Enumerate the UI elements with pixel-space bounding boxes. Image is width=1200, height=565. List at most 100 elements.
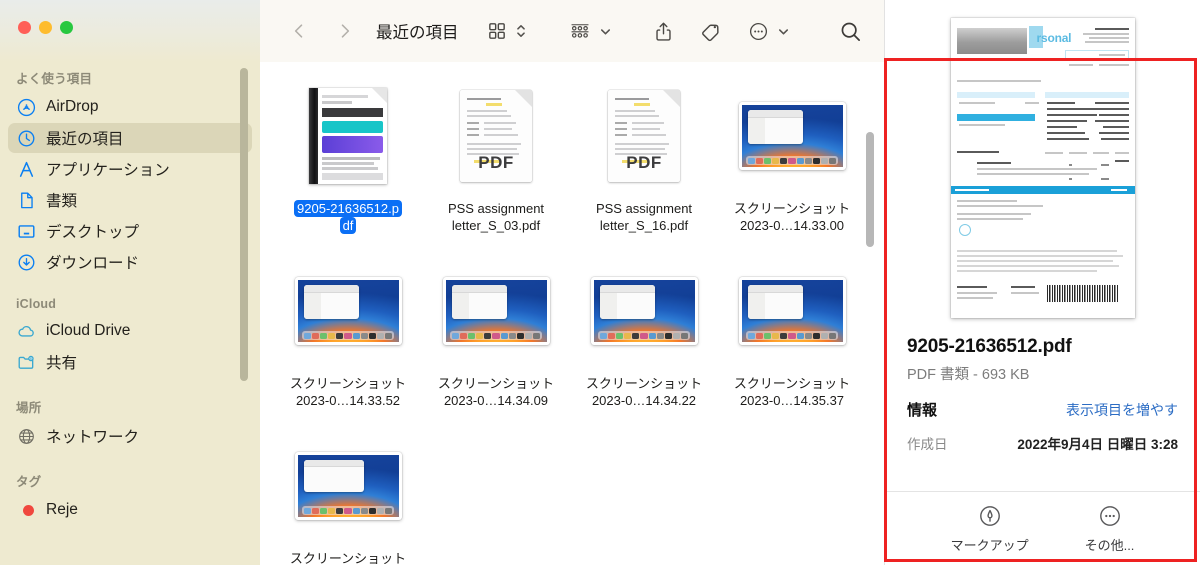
show-more-link[interactable]: 表示項目を増やす (1066, 400, 1178, 420)
network-globe-icon (16, 426, 36, 446)
screenshot-thumb (738, 102, 846, 170)
sidebar-item-network[interactable]: ネットワーク (8, 421, 252, 451)
file-grid: 9205-21636512.p df PDF PSS assignment le… (260, 62, 884, 565)
file-thumbnail (294, 255, 402, 367)
group-by-icon[interactable] (563, 14, 597, 48)
grid-view-icon[interactable] (481, 14, 513, 48)
file-thumbnail: PDF (608, 80, 680, 192)
sidebar-item-label: ネットワーク (46, 429, 140, 446)
file-label: スクリーンショット (286, 550, 410, 565)
sidebar-item-airdrop[interactable]: AirDrop (8, 92, 252, 122)
sidebar-item-documents[interactable]: 書類 (8, 185, 252, 215)
sidebar-item-icloud-drive[interactable]: iCloud Drive (8, 316, 252, 346)
redacted-block (956, 28, 1027, 54)
invoice-brand-text: rsonal (1036, 31, 1072, 45)
sidebar-scrollbar[interactable] (240, 68, 248, 381)
view-sort-chevron-icon[interactable] (513, 22, 529, 40)
sidebar-section-icloud-title: iCloud (16, 297, 57, 311)
applications-icon (16, 159, 36, 179)
toolbar: 最近の項目 (260, 0, 884, 62)
sidebar-item-label: 書類 (46, 193, 78, 210)
view-options-group (481, 14, 529, 48)
preview-info-heading: 情報 (907, 402, 938, 419)
sidebar-item-shared[interactable]: 共有 (8, 347, 252, 377)
pdf-file-icon: PDF (608, 90, 680, 182)
file-label: PSS assignment letter_S_16.pdf (582, 200, 706, 234)
file-label-line2: 2023-0…14.34.09 (443, 393, 549, 408)
file-thumbnail (738, 255, 846, 367)
sidebar-section-favorites-title: よく使う項目 (16, 72, 93, 86)
group-by-chevron-icon[interactable] (597, 25, 613, 38)
shared-folder-icon (16, 352, 36, 372)
metadata-key: 作成日 (907, 437, 948, 452)
barcode (1046, 285, 1119, 302)
downloads-icon (16, 252, 36, 272)
sidebar-item-downloads[interactable]: ダウンロード (8, 247, 252, 277)
preview-file-name: 9205-21636512.pdf (907, 336, 1072, 357)
file-item[interactable]: PDF PSS assignment letter_S_16.pdf (570, 74, 718, 249)
file-label-line1: スクリーンショット (437, 376, 555, 391)
file-label-line1: スクリーンショット (289, 551, 407, 565)
more-actions-icon[interactable] (742, 14, 775, 48)
preview-info-header: 情報 表示項目を増やす (907, 399, 1178, 420)
sidebar-item-applications[interactable]: アプリケーション (8, 154, 252, 184)
file-item[interactable]: PDF PSS assignment letter_S_03.pdf (422, 74, 570, 249)
file-item[interactable]: スクリーンショット 2023-0…14.34.22 (570, 249, 718, 424)
file-label-line1: スクリーンショット (585, 376, 703, 391)
sidebar-scroll-area: よく使う項目 AirDrop 最近の項目 アプリケーション 書類 デスクトップ … (0, 0, 260, 525)
file-label-line2: df (339, 217, 357, 234)
screenshot-thumb (590, 277, 698, 345)
sidebar-item-desktop[interactable]: デスクトップ (8, 216, 252, 246)
sidebar-section-tags-title: タグ (16, 475, 42, 489)
file-label: スクリーンショット 2023-0…14.33.52 (286, 375, 410, 409)
preview-panel: rsonal 9205-21636512.pdf PDF 書類 - 693 KB… (884, 0, 1200, 565)
file-label: 9205-21636512.p df (286, 200, 410, 234)
document-icon (16, 190, 36, 210)
file-label-line2: 2023-0…14.33.52 (295, 393, 401, 408)
airdrop-icon (16, 97, 36, 117)
file-label-line2: 2023-0…14.34.22 (591, 393, 697, 408)
sidebar-item-recents[interactable]: 最近の項目 (8, 123, 252, 153)
file-label-line1: スクリーンショット (289, 376, 407, 391)
share-icon[interactable] (647, 14, 680, 48)
file-item[interactable]: スクリーンショット 2023-0…14.35.37 (718, 249, 866, 424)
maximize-button[interactable] (60, 21, 73, 34)
more-actions-chevron-icon[interactable] (775, 25, 791, 38)
main-content: 最近の項目 9205-21636512.p df PDF PSS assignm… (260, 0, 884, 565)
file-item[interactable]: 9205-21636512.p df (274, 74, 422, 249)
pdf-file-icon: PDF (460, 90, 532, 182)
invoice-pdf-preview: rsonal (950, 18, 1135, 318)
file-label-line2: letter_S_03.pdf (451, 218, 541, 233)
file-item[interactable]: スクリーンショット 2023-0…14.33.00 (718, 74, 866, 249)
content-scrollbar[interactable] (866, 132, 874, 247)
screenshot-thumb (294, 452, 402, 520)
file-item[interactable]: スクリーンショット (274, 424, 422, 565)
search-icon[interactable] (833, 14, 868, 48)
screenshot-thumb (442, 277, 550, 345)
red-tag-dot-icon (16, 500, 36, 520)
file-thumbnail: PDF (460, 80, 532, 192)
forward-button[interactable] (328, 14, 362, 48)
file-grid-area: 9205-21636512.p df PDF PSS assignment le… (260, 62, 884, 565)
sidebar-item-tag-red[interactable]: Reje (8, 495, 252, 525)
file-item[interactable]: スクリーンショット 2023-0…14.34.09 (422, 249, 570, 424)
sidebar-item-label: Reje (46, 501, 78, 518)
markup-button[interactable]: マークアップ (951, 504, 1029, 554)
file-item[interactable]: スクリーンショット 2023-0…14.33.52 (274, 249, 422, 424)
tag-icon[interactable] (694, 14, 728, 48)
sidebar-section-locations-title: 場所 (16, 401, 42, 415)
group-by-group (563, 14, 613, 48)
back-button[interactable] (282, 14, 316, 48)
sidebar-item-label: アプリケーション (46, 162, 170, 179)
sidebar: よく使う項目 AirDrop 最近の項目 アプリケーション 書類 デスクトップ … (0, 0, 260, 565)
minimize-button[interactable] (39, 21, 52, 34)
sidebar-item-label: iCloud Drive (46, 322, 131, 339)
file-label: スクリーンショット 2023-0…14.35.37 (730, 375, 854, 409)
preview-file-meta: PDF 書類 - 693 KB (907, 367, 1030, 383)
screenshot-thumb (738, 277, 846, 345)
clock-icon (16, 128, 36, 148)
more-button[interactable]: その他... (1085, 504, 1134, 554)
file-label: スクリーンショット 2023-0…14.34.09 (434, 375, 558, 409)
metadata-value: 2022年9月4日 日曜日 3:28 (1017, 437, 1178, 452)
close-button[interactable] (18, 21, 31, 34)
